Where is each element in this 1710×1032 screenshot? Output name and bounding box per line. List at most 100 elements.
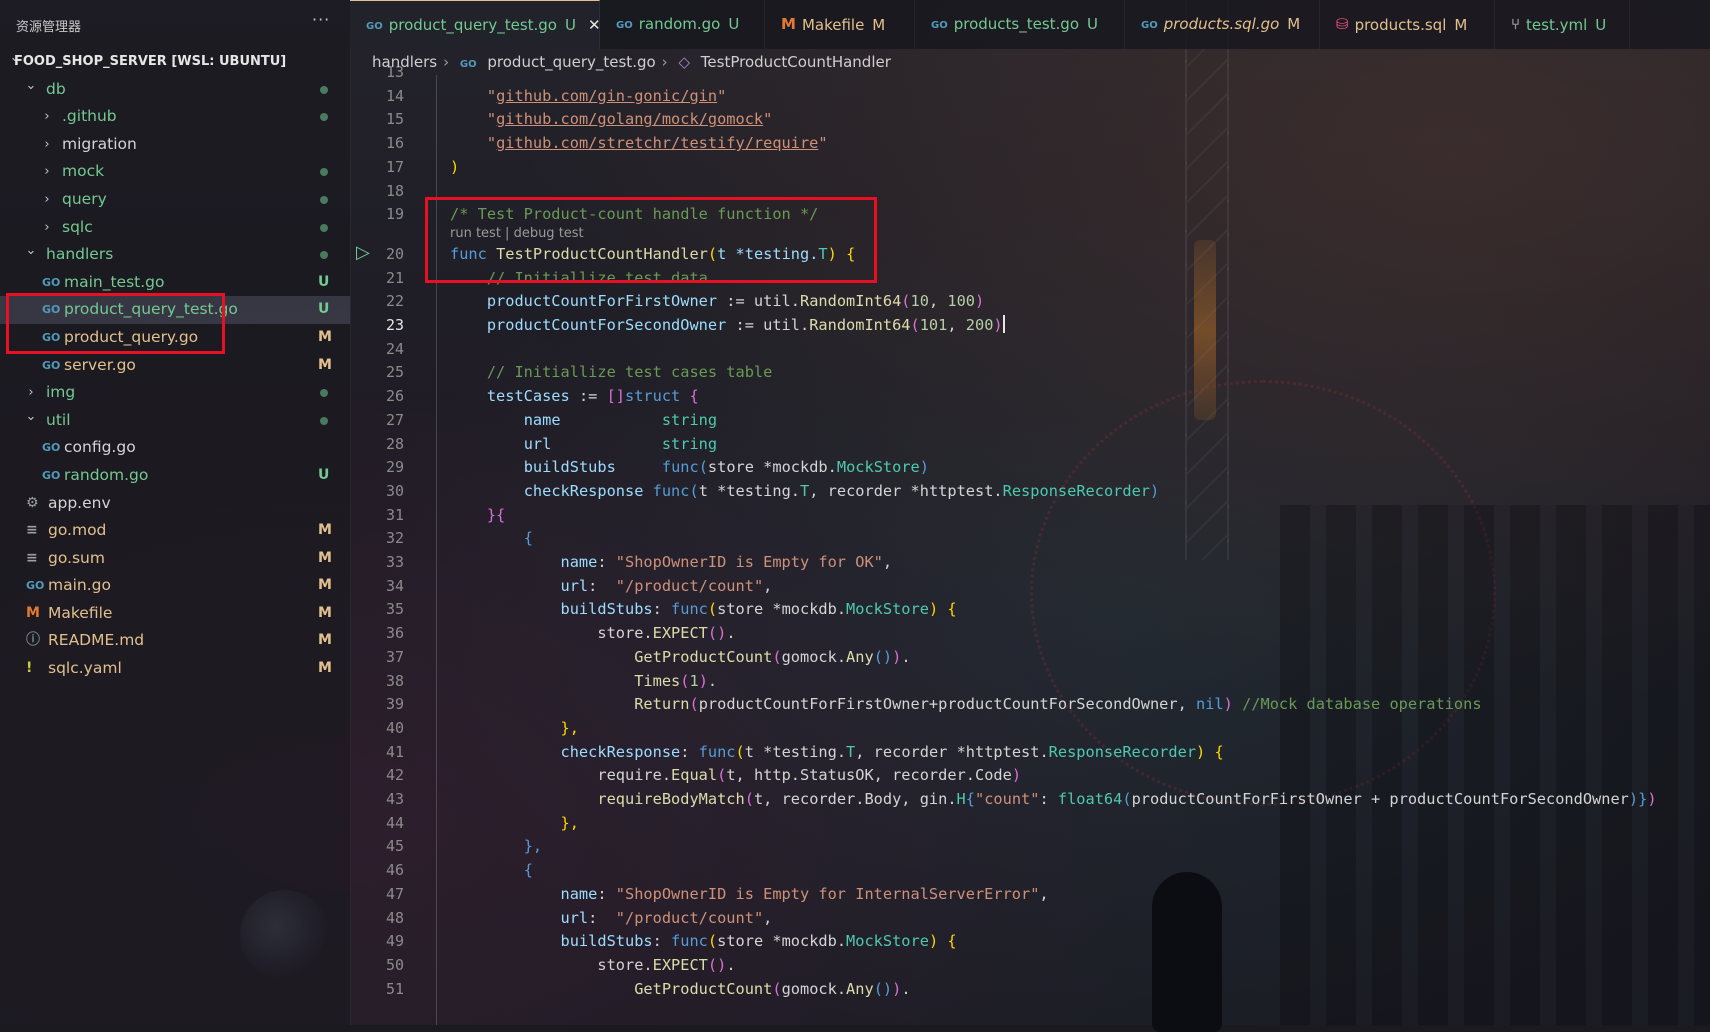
editor-tab[interactable]: GO products_test.go U	[915, 0, 1125, 49]
editor-tab[interactable]: ⑂ test.yml U	[1495, 0, 1630, 49]
tree-item[interactable]: GO random.go U	[0, 462, 350, 490]
code-line[interactable]: url string	[450, 433, 717, 457]
code-line[interactable]: buildStubs: func(store *mockdb.MockStore…	[450, 598, 957, 622]
tree-item[interactable]: GO server.go M	[0, 352, 350, 380]
tab-git-status: U	[565, 16, 576, 34]
editor-tab[interactable]: GO random.go U	[600, 0, 765, 49]
database-icon: ⛁	[1336, 15, 1349, 33]
line-number: 32	[385, 529, 404, 548]
code-line[interactable]: checkResponse: func(t *testing.T, record…	[450, 741, 1224, 765]
code-line[interactable]: Times(1).	[450, 670, 717, 694]
code-line[interactable]: testCases := []struct {	[450, 385, 699, 409]
code-line[interactable]: buildStubs: func(store *mockdb.MockStore…	[450, 930, 957, 954]
editor-tab[interactable]: GO product_query_test.go U ✕	[350, 0, 601, 49]
code-line[interactable]: },	[450, 812, 579, 836]
chevron-down-icon[interactable]: ⌄	[24, 237, 38, 265]
chevron-right-icon[interactable]: ›	[40, 131, 54, 159]
chevron-down-icon[interactable]: ⌄	[24, 72, 38, 100]
chevron-down-icon[interactable]: ⌄	[24, 403, 38, 431]
tree-item[interactable]: GO main.go M	[0, 572, 350, 600]
tree-item[interactable]: ≡ go.sum M	[0, 545, 350, 573]
tree-item[interactable]: ! sqlc.yaml M	[0, 655, 350, 683]
code-line[interactable]: url: "/product/count",	[450, 907, 773, 931]
code-token: )	[892, 979, 902, 998]
chevron-right-icon[interactable]: ›	[40, 214, 54, 242]
code-line[interactable]: // Initiallize test cases table	[450, 361, 773, 385]
line-number: 25	[385, 363, 404, 382]
code-token: []	[606, 387, 625, 406]
code-line[interactable]: url: "/product/count",	[450, 575, 773, 599]
code-line[interactable]: require.Equal(t, http.StatusOK, recorder…	[450, 764, 1021, 788]
tree-item[interactable]: GO config.go	[0, 434, 350, 462]
code-token: T	[846, 742, 856, 761]
code-line[interactable]: store.EXPECT().	[450, 622, 735, 646]
code-line[interactable]: requireBodyMatch(t, recorder.Body, gin.H…	[450, 788, 1656, 812]
tree-item[interactable]: › img	[0, 379, 350, 407]
code-line[interactable]: }{	[450, 504, 505, 528]
more-actions-icon[interactable]: ···	[312, 10, 330, 29]
tree-item[interactable]: › query	[0, 186, 350, 214]
chevron-right-icon[interactable]: ›	[40, 158, 54, 186]
code-line[interactable]: GetProductCount(gomock.Any()).	[450, 978, 910, 1002]
tree-item[interactable]: ⚙ app.env	[0, 490, 350, 518]
tree-item[interactable]: M Makefile M	[0, 600, 350, 628]
code-line[interactable]: checkResponse func(t *testing.T, recorde…	[450, 480, 1160, 504]
tab-git-status: U	[1595, 16, 1607, 34]
code-token: {	[947, 600, 957, 619]
chevron-right-icon[interactable]: ›	[40, 103, 54, 131]
editor-tab[interactable]: M Makefile M	[765, 0, 915, 49]
code-token: "/product/count"	[615, 576, 764, 595]
tree-item[interactable]: › .github	[0, 103, 350, 131]
code-token: )	[919, 458, 929, 477]
editor-tab[interactable]: GO products.sql.go M	[1125, 0, 1320, 49]
git-status-dot	[320, 389, 328, 398]
tree-item[interactable]: › sqlc	[0, 214, 350, 242]
close-icon[interactable]: ✕	[588, 16, 601, 34]
breadcrumb: handlers › GO product_query_test.go › ◇ Te…	[350, 49, 1710, 75]
code-line[interactable]: name string	[450, 409, 717, 433]
code-line[interactable]: name: "ShopOwnerID is Empty for OK",	[450, 551, 893, 575]
code-line[interactable]: productCountForFirstOwner := util.Random…	[450, 290, 984, 314]
code-line[interactable]: GetProductCount(gomock.Any()).	[450, 646, 910, 670]
code-line[interactable]: buildStubs func(store *mockdb.MockStore)	[450, 456, 929, 480]
code-line[interactable]: },	[450, 835, 542, 859]
code-line[interactable]: name: "ShopOwnerID is Empty for Internal…	[450, 883, 1049, 907]
code-line[interactable]: productCountForSecondOwner := util.Rando…	[450, 314, 1005, 338]
run-test-icon[interactable]: ▷	[356, 242, 370, 263]
code-line[interactable]: {	[450, 527, 533, 551]
code-line[interactable]: )	[450, 156, 459, 180]
tab-git-status: U	[728, 15, 740, 33]
line-number: 51	[385, 979, 404, 998]
code-line[interactable]: "github.com/gin-gonic/gin"	[450, 85, 726, 109]
breadcrumb-file[interactable]: product_query_test.go	[487, 53, 655, 71]
tree-item[interactable]: ⓘ README.md M	[0, 627, 350, 655]
code-token: )	[1223, 695, 1233, 714]
line-number: 46	[385, 861, 404, 880]
line-number: 38	[385, 671, 404, 690]
breadcrumb-folder[interactable]: handlers	[372, 53, 437, 71]
code-line[interactable]: },	[450, 717, 579, 741]
tree-item[interactable]: › migration	[0, 131, 350, 159]
tree-item[interactable]: ⌄ FOOD_SHOP_SERVER [WSL: UBUNTU]	[0, 48, 350, 76]
code-token: ,	[882, 553, 893, 571]
code-line[interactable]: "github.com/golang/mock/gomock"	[450, 108, 773, 132]
breadcrumb-symbol[interactable]: TestProductCountHandler	[701, 53, 891, 71]
tree-item[interactable]: ⌄ util	[0, 407, 350, 435]
editor-tab[interactable]: ⛁ products.sql M	[1320, 0, 1495, 49]
code-line[interactable]: Return(productCountForFirstOwner+product…	[450, 693, 1481, 717]
tree-item[interactable]: ⌄ handlers	[0, 241, 350, 269]
code-token: "ShopOwnerID is Empty for InternalServer…	[615, 884, 1040, 903]
code-line[interactable]: {	[450, 859, 533, 883]
chevron-right-icon[interactable]: ›	[40, 186, 54, 214]
code-token: buildStubs	[523, 458, 616, 477]
tree-item[interactable]: › mock	[0, 158, 350, 186]
tree-item[interactable]: ⌄ db	[0, 76, 350, 104]
tree-item[interactable]: ≡ go.mod M	[0, 517, 350, 545]
code-line[interactable]: store.EXPECT().	[450, 954, 735, 978]
code-token: (	[698, 458, 708, 477]
code-line[interactable]: "github.com/stretchr/testify/require"	[450, 132, 828, 156]
